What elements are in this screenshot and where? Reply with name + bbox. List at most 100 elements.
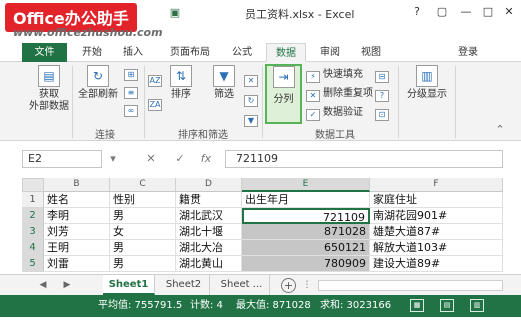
consolidate-button[interactable]: ⊟ <box>375 67 392 83</box>
cell-f1[interactable]: 家庭住址 <box>370 192 503 208</box>
cell-e5[interactable]: 780909 <box>242 256 370 272</box>
what-if-button[interactable]: ? <box>375 86 392 102</box>
row-header[interactable]: 3 <box>22 224 44 240</box>
maximize-button[interactable]: □ <box>478 4 498 20</box>
cell-b5[interactable]: 刘雷 <box>44 256 110 272</box>
column-header-e[interactable]: E <box>242 178 370 192</box>
sheet-tab-sheet2[interactable]: Sheet2 <box>158 275 210 295</box>
page-layout-view-icon[interactable]: ▤ <box>440 299 454 312</box>
text-to-columns-button[interactable]: ⇥ 分列 <box>267 66 300 106</box>
cell-e1[interactable]: 出生年月 <box>242 192 370 208</box>
outline-button[interactable]: ▥ 分级显示 <box>404 65 450 101</box>
cell-d3[interactable]: 湖北十堰 <box>176 224 242 240</box>
row-header[interactable]: 5 <box>22 256 44 272</box>
reapply-button[interactable]: ↻ <box>244 91 261 107</box>
sort-button[interactable]: ⇅ 排序 <box>166 65 196 101</box>
collapse-ribbon-icon[interactable]: ⌃ <box>490 122 510 138</box>
login-link[interactable]: 登录 <box>458 43 478 62</box>
normal-view-icon[interactable]: ▦ <box>410 299 424 312</box>
tab-review[interactable]: 审阅 <box>315 43 345 62</box>
name-box[interactable]: E2 <box>22 150 102 168</box>
row-header[interactable]: 2 <box>22 208 44 224</box>
worksheet-grid[interactable]: B C D E F 1 姓名 性别 籍贯 出生年月 家庭住址 2 李明 男 湖北… <box>22 178 503 274</box>
cell-f5[interactable]: 建设大道89# <box>370 256 503 272</box>
tab-formulas[interactable]: 公式 <box>227 43 257 62</box>
column-header-b[interactable]: B <box>44 178 110 192</box>
cell-b2[interactable]: 李明 <box>44 208 110 224</box>
sort-za-button[interactable]: ZA <box>148 95 165 111</box>
save-icon[interactable]: ▣ <box>168 6 182 20</box>
tab-home[interactable]: 开始 <box>77 43 107 62</box>
cell-c2[interactable]: 男 <box>110 208 176 224</box>
cell-e2-active[interactable]: 721109 <box>242 208 370 224</box>
cell-b3[interactable]: 刘芳 <box>44 224 110 240</box>
ribbon-data: ▤ 获取 外部数据 ↻ 全部刷新 ⊞ ≡ ∞ 连接 AZ ZA ⇅ 排序 ▼ 筛… <box>0 62 521 141</box>
cell-e3[interactable]: 871028 <box>242 224 370 240</box>
cell-d1[interactable]: 籍贯 <box>176 192 242 208</box>
column-header-c[interactable]: C <box>110 178 176 192</box>
column-header-d[interactable]: D <box>176 178 242 192</box>
properties-icon: ≡ <box>124 87 138 99</box>
horizontal-scrollbar[interactable] <box>318 280 503 291</box>
insert-function-icon[interactable]: fx <box>198 150 214 168</box>
add-sheet-icon[interactable]: + <box>281 278 296 293</box>
cell-e4[interactable]: 650121 <box>242 240 370 256</box>
page-break-view-icon[interactable]: ▥ <box>470 299 484 312</box>
cell-f2[interactable]: 南湖花园901# <box>370 208 503 224</box>
prev-sheet-icon[interactable]: ◀ <box>36 277 50 293</box>
ribbon-display-button[interactable]: ▢ <box>432 4 452 20</box>
cell-b4[interactable]: 王明 <box>44 240 110 256</box>
connections-small-button[interactable]: ⊞ <box>124 65 141 81</box>
relationships-button[interactable]: ⊡ <box>375 105 392 121</box>
cell-f3[interactable]: 雄楚大道87# <box>370 224 503 240</box>
cell-b1[interactable]: 姓名 <box>44 192 110 208</box>
data-validation-icon: ✓ <box>306 109 320 121</box>
tab-split-handle-icon[interactable]: ⋮ <box>300 277 314 293</box>
get-external-data-button[interactable]: ▤ 获取 外部数据 <box>28 65 70 113</box>
advanced-filter-button[interactable]: ▼ <box>244 111 261 127</box>
flash-fill-icon: ⚡ <box>306 71 320 83</box>
row-header[interactable]: 4 <box>22 240 44 256</box>
cell-c3[interactable]: 女 <box>110 224 176 240</box>
flash-fill-button[interactable]: ⚡ 快速填充 <box>306 67 363 83</box>
tab-view[interactable]: 视图 <box>356 43 386 62</box>
select-all-corner[interactable] <box>22 178 44 192</box>
enter-entry-icon[interactable]: ✓ <box>172 150 188 168</box>
cell-c4[interactable]: 男 <box>110 240 176 256</box>
cell-d5[interactable]: 湖北黄山 <box>176 256 242 272</box>
edit-links-small-button[interactable]: ∞ <box>124 101 141 117</box>
properties-small-button[interactable]: ≡ <box>124 83 141 99</box>
filter-button[interactable]: ▼ 筛选 <box>209 65 239 101</box>
column-header-f[interactable]: F <box>370 178 503 192</box>
name-box-dropdown-icon[interactable]: ▾ <box>105 150 121 168</box>
close-button[interactable]: ✕ <box>499 4 519 20</box>
next-sheet-icon[interactable]: ▶ <box>60 277 74 293</box>
status-average: 平均值: 755791.5 <box>98 300 183 311</box>
tab-file[interactable]: 文件 <box>22 43 67 62</box>
advanced-filter-icon: ▼ <box>244 115 258 127</box>
clear-filter-button[interactable]: ✕ <box>244 71 261 87</box>
cell-d4[interactable]: 湖北大冶 <box>176 240 242 256</box>
group-label-data-tools: 数据工具 <box>315 130 355 141</box>
cell-f4[interactable]: 解放大道103# <box>370 240 503 256</box>
data-validation-button[interactable]: ✓ 数据验证 <box>306 105 363 121</box>
ribbon-separator <box>455 66 456 138</box>
cell-c1[interactable]: 性别 <box>110 192 176 208</box>
sort-az-button[interactable]: AZ <box>148 71 165 87</box>
formula-bar: E2 ▾ ✕ ✓ fx 721109 <box>0 141 521 178</box>
cell-d2[interactable]: 湖北武汉 <box>176 208 242 224</box>
cell-c5[interactable]: 男 <box>110 256 176 272</box>
tab-insert[interactable]: 插入 <box>118 43 148 62</box>
tab-data[interactable]: 数据 <box>266 43 306 62</box>
sheet-tab-sheet1[interactable]: Sheet1 <box>103 275 155 295</box>
formula-input[interactable]: 721109 <box>225 150 503 168</box>
connections-icon: ⊞ <box>124 69 138 81</box>
cancel-entry-icon[interactable]: ✕ <box>143 150 159 168</box>
remove-duplicates-button[interactable]: ✕ 删除重复项 <box>306 86 373 102</box>
tab-page-layout[interactable]: 页面布局 <box>162 43 218 62</box>
help-button[interactable]: ? <box>407 4 427 20</box>
sheet-tab-more[interactable]: Sheet ... <box>214 275 270 295</box>
refresh-all-button[interactable]: ↻ 全部刷新 <box>76 65 120 101</box>
minimize-button[interactable]: — <box>456 4 476 20</box>
row-header[interactable]: 1 <box>22 192 44 208</box>
